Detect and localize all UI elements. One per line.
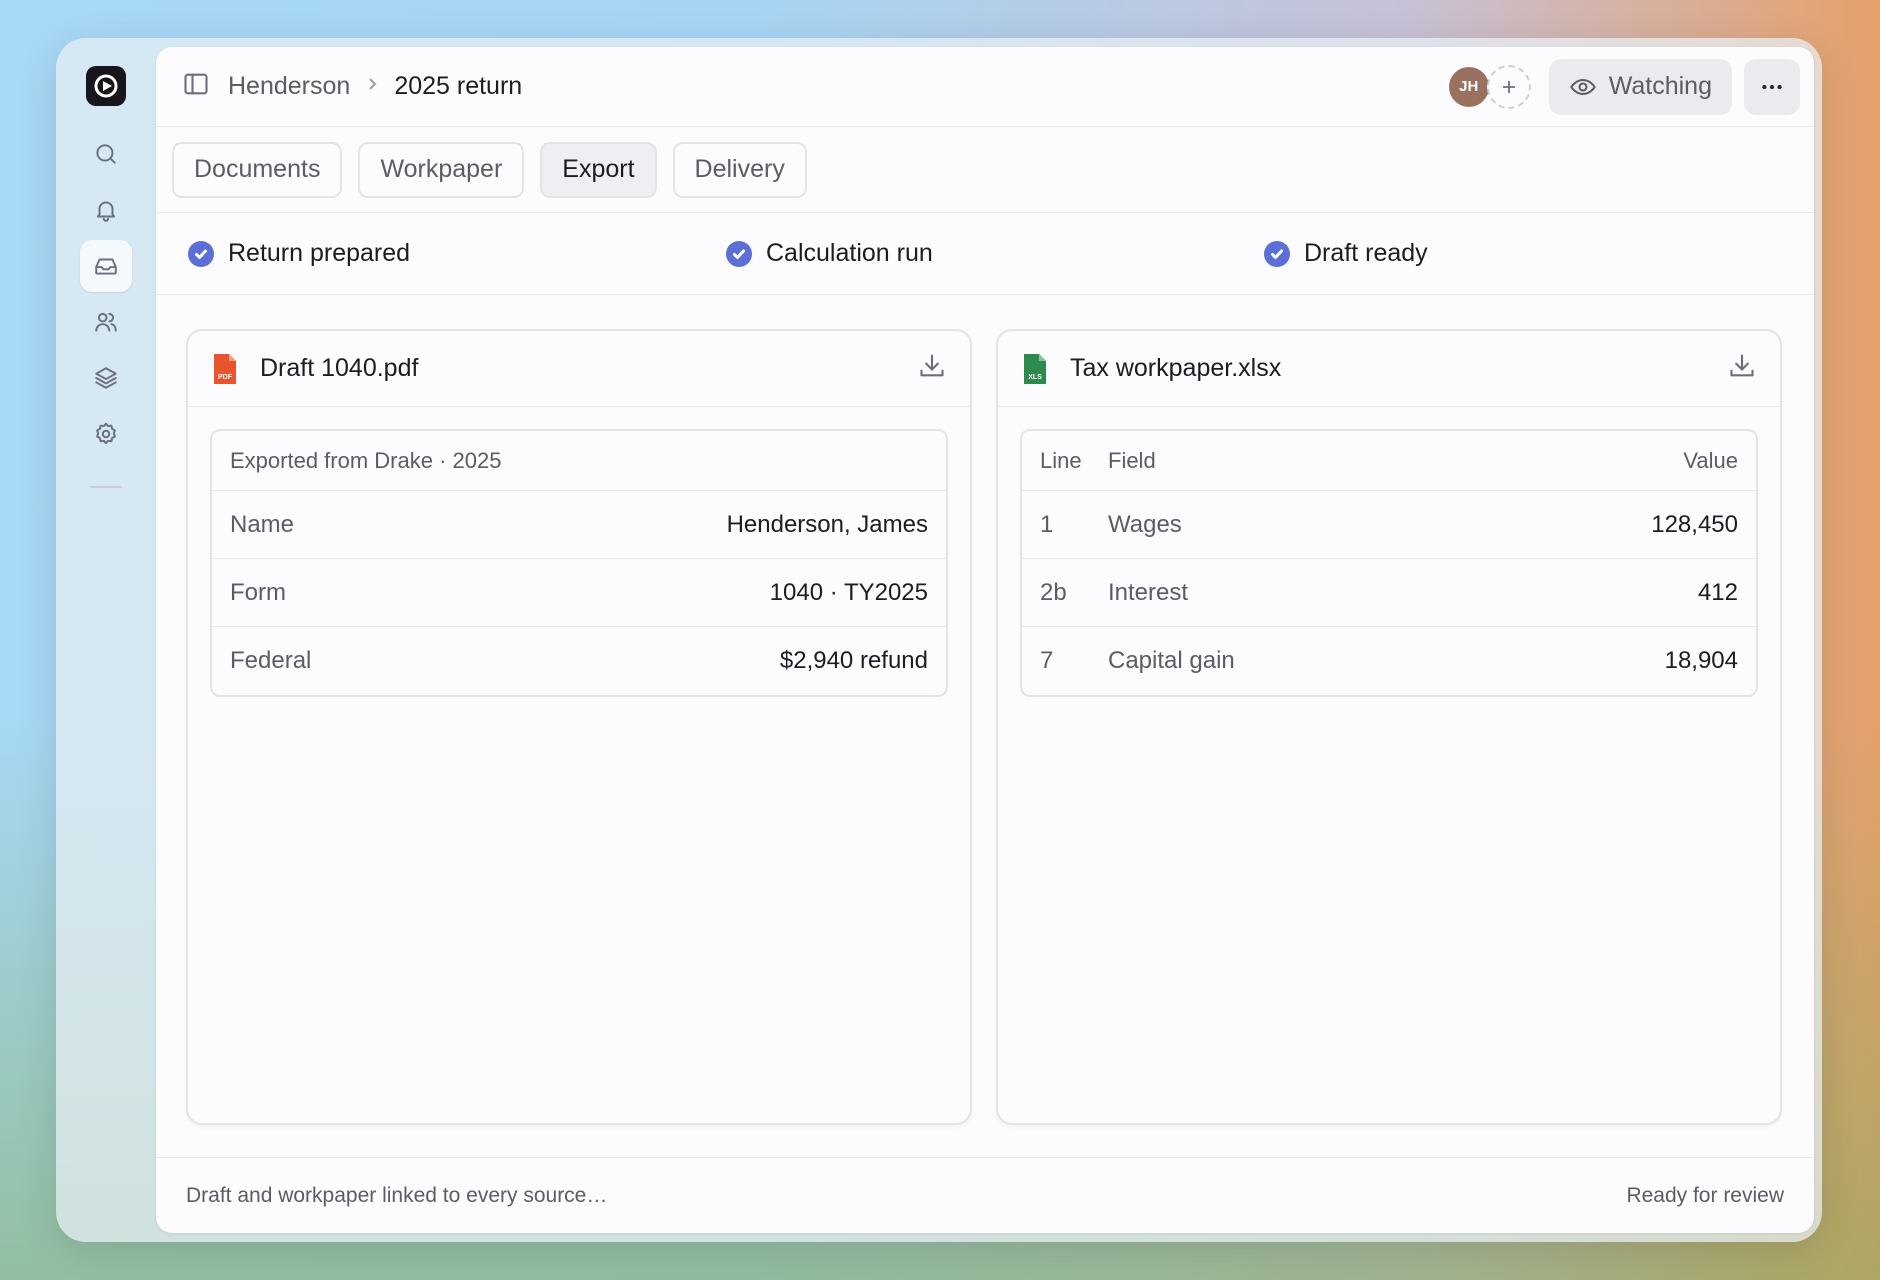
rail-search[interactable] (80, 128, 132, 180)
search-icon (96, 144, 116, 164)
xlsx-card-header: XLS Tax workpaper.xlsx (998, 331, 1780, 407)
status-label: Return prepared (228, 239, 411, 267)
svg-text:PDF: PDF (218, 374, 233, 381)
logo-icon (94, 74, 118, 98)
footer-note: Draft and workpaper linked to every sour… (186, 1183, 608, 1207)
cell-field: Capital gain (1108, 647, 1235, 674)
rail-layers[interactable] (80, 352, 132, 404)
nav-rail (56, 38, 156, 1242)
more-options-button[interactable] (1744, 58, 1800, 115)
tab-delivery[interactable]: Delivery (672, 141, 807, 198)
cell-value: 412 (1697, 578, 1738, 606)
row-value: Henderson, James (726, 510, 928, 538)
table-row: Name Henderson, James (212, 491, 946, 559)
check-circle-icon (726, 240, 752, 267)
bell-icon (96, 201, 116, 222)
watching-label: Watching (1608, 72, 1712, 100)
eye-icon (1569, 78, 1596, 95)
rail-inbox[interactable] (80, 240, 132, 292)
rail-people[interactable] (80, 296, 132, 348)
watching-button[interactable]: Watching (1548, 58, 1732, 115)
footer-status: Ready for review (1626, 1183, 1784, 1207)
pdf-card: PDF Draft 1040.pdf Exported from Drake ·… (186, 329, 972, 1125)
pdf-card-header: PDF Draft 1040.pdf (188, 331, 970, 407)
gear-icon (96, 422, 116, 445)
table-row: 1 Wages 128,450 (1022, 491, 1756, 559)
rail-notifications[interactable] (80, 184, 132, 236)
table-row: Federal $2,940 refund (212, 627, 946, 695)
rail-settings[interactable] (80, 408, 132, 460)
xlsx-download-button[interactable] (1728, 352, 1756, 385)
pdf-summary-table: Exported from Drake · 2025 Name Henderso… (210, 429, 948, 697)
row-key: Federal (230, 647, 312, 674)
table-row: 7 Capital gain 18,904 (1022, 627, 1756, 695)
cell-line: 7 (1040, 647, 1054, 674)
chevron-right-icon (364, 76, 380, 97)
top-bar: Henderson 2025 return JH Watching (156, 47, 1814, 127)
breadcrumb-current: 2025 return (394, 72, 523, 100)
footer-bar: Draft and workpaper linked to every sour… (156, 1157, 1814, 1233)
cell-line: 1 (1040, 510, 1054, 538)
plus-icon (1502, 80, 1515, 93)
status-bar: Return prepared Calculation run Draft re… (156, 213, 1814, 295)
layers-icon (95, 367, 117, 389)
more-horizontal-icon (1762, 84, 1782, 89)
add-collaborator-button[interactable] (1486, 64, 1531, 109)
export-cards: PDF Draft 1040.pdf Exported from Drake ·… (186, 329, 1784, 1125)
main-panel: Henderson 2025 return JH Watching Docume… (156, 47, 1814, 1233)
row-key: Name (230, 510, 295, 538)
cell-value: 18,904 (1664, 647, 1738, 674)
pdf-download-button[interactable] (918, 352, 946, 385)
sidebar-toggle[interactable] (182, 70, 210, 103)
xlsx-card-title: Tax workpaper.xlsx (1070, 354, 1282, 382)
column-header-field: Field (1108, 447, 1156, 473)
rail-divider (90, 486, 122, 488)
cell-field: Wages (1108, 510, 1182, 538)
inbox-icon (95, 258, 117, 275)
pdf-summary-header: Exported from Drake · 2025 (212, 431, 946, 491)
users-icon (95, 312, 117, 332)
table-header: Line Field Value (1022, 431, 1756, 491)
app-window: Henderson 2025 return JH Watching Docume… (56, 38, 1822, 1242)
table-row: 2b Interest 412 (1022, 559, 1756, 627)
row-value: $2,940 refund (779, 647, 928, 674)
svg-text:XLS: XLS (1028, 374, 1042, 381)
breadcrumb-parent[interactable]: Henderson (228, 72, 350, 101)
workpaper-table: Line Field Value 1 Wages 128,450 2b Inte… (1020, 429, 1758, 697)
row-value: 1040 · TY2025 (769, 578, 928, 606)
app-logo[interactable] (86, 66, 126, 106)
tab-documents[interactable]: Documents (172, 141, 343, 198)
sidebar-icon (184, 73, 208, 95)
pdf-file-icon: PDF (214, 353, 236, 384)
status-return-prepared: Return prepared (188, 239, 726, 268)
tab-workpaper[interactable]: Workpaper (358, 141, 525, 198)
check-circle-icon (1264, 240, 1290, 267)
pdf-card-title: Draft 1040.pdf (260, 354, 419, 382)
table-row: Form 1040 · TY2025 (212, 559, 946, 627)
row-key: Form (230, 578, 286, 606)
column-header-line: Line (1040, 447, 1082, 473)
status-label: Draft ready (1304, 239, 1428, 267)
download-icon (1730, 354, 1754, 377)
tab-bar: Documents Workpaper Export Delivery (156, 127, 1814, 213)
tab-export[interactable]: Export (540, 141, 657, 198)
status-label: Calculation run (766, 239, 933, 267)
cell-value: 128,450 (1651, 510, 1738, 538)
column-header-value: Value (1683, 447, 1738, 473)
status-calculation-run: Calculation run (726, 239, 1264, 268)
cell-field: Interest (1108, 578, 1189, 606)
status-draft-ready: Draft ready (1264, 239, 1802, 268)
check-circle-icon (188, 240, 214, 267)
spreadsheet-file-icon: XLS (1024, 353, 1046, 384)
cell-line: 2b (1040, 578, 1067, 606)
xlsx-card: XLS Tax workpaper.xlsx Line Field Value … (996, 329, 1782, 1125)
download-icon (920, 354, 944, 377)
avatar[interactable]: JH (1446, 64, 1491, 109)
